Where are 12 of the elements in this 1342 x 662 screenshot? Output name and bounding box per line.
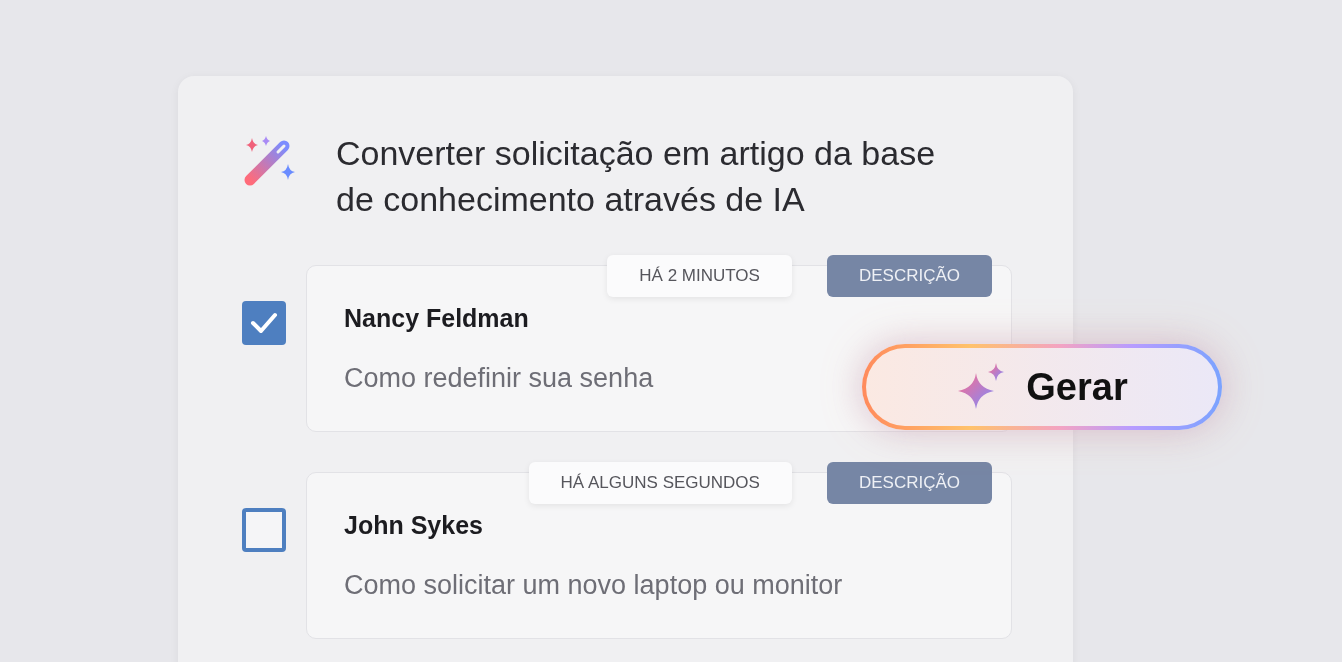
dialog-title: Converter solicitação em artigo da base de conhecimento através de IA	[336, 133, 937, 220]
requester-name: John Sykes	[344, 511, 484, 540]
time-tag: HÁ 2 MINUTOS	[607, 255, 792, 297]
check-icon	[250, 312, 278, 334]
time-tag: HÁ ALGUNS SEGUNDOS	[528, 462, 792, 504]
checkbox[interactable]	[242, 508, 286, 552]
requester-name: Nancy Feldman	[344, 304, 530, 333]
ticket-subject: Como redefinir sua senha	[344, 363, 655, 394]
type-tag: DESCRIÇÃO	[826, 255, 992, 297]
checkbox[interactable]	[242, 301, 286, 345]
ticket-subject: Como solicitar um novo laptop ou monitor	[344, 570, 844, 601]
type-tag: DESCRIÇÃO	[826, 462, 992, 504]
